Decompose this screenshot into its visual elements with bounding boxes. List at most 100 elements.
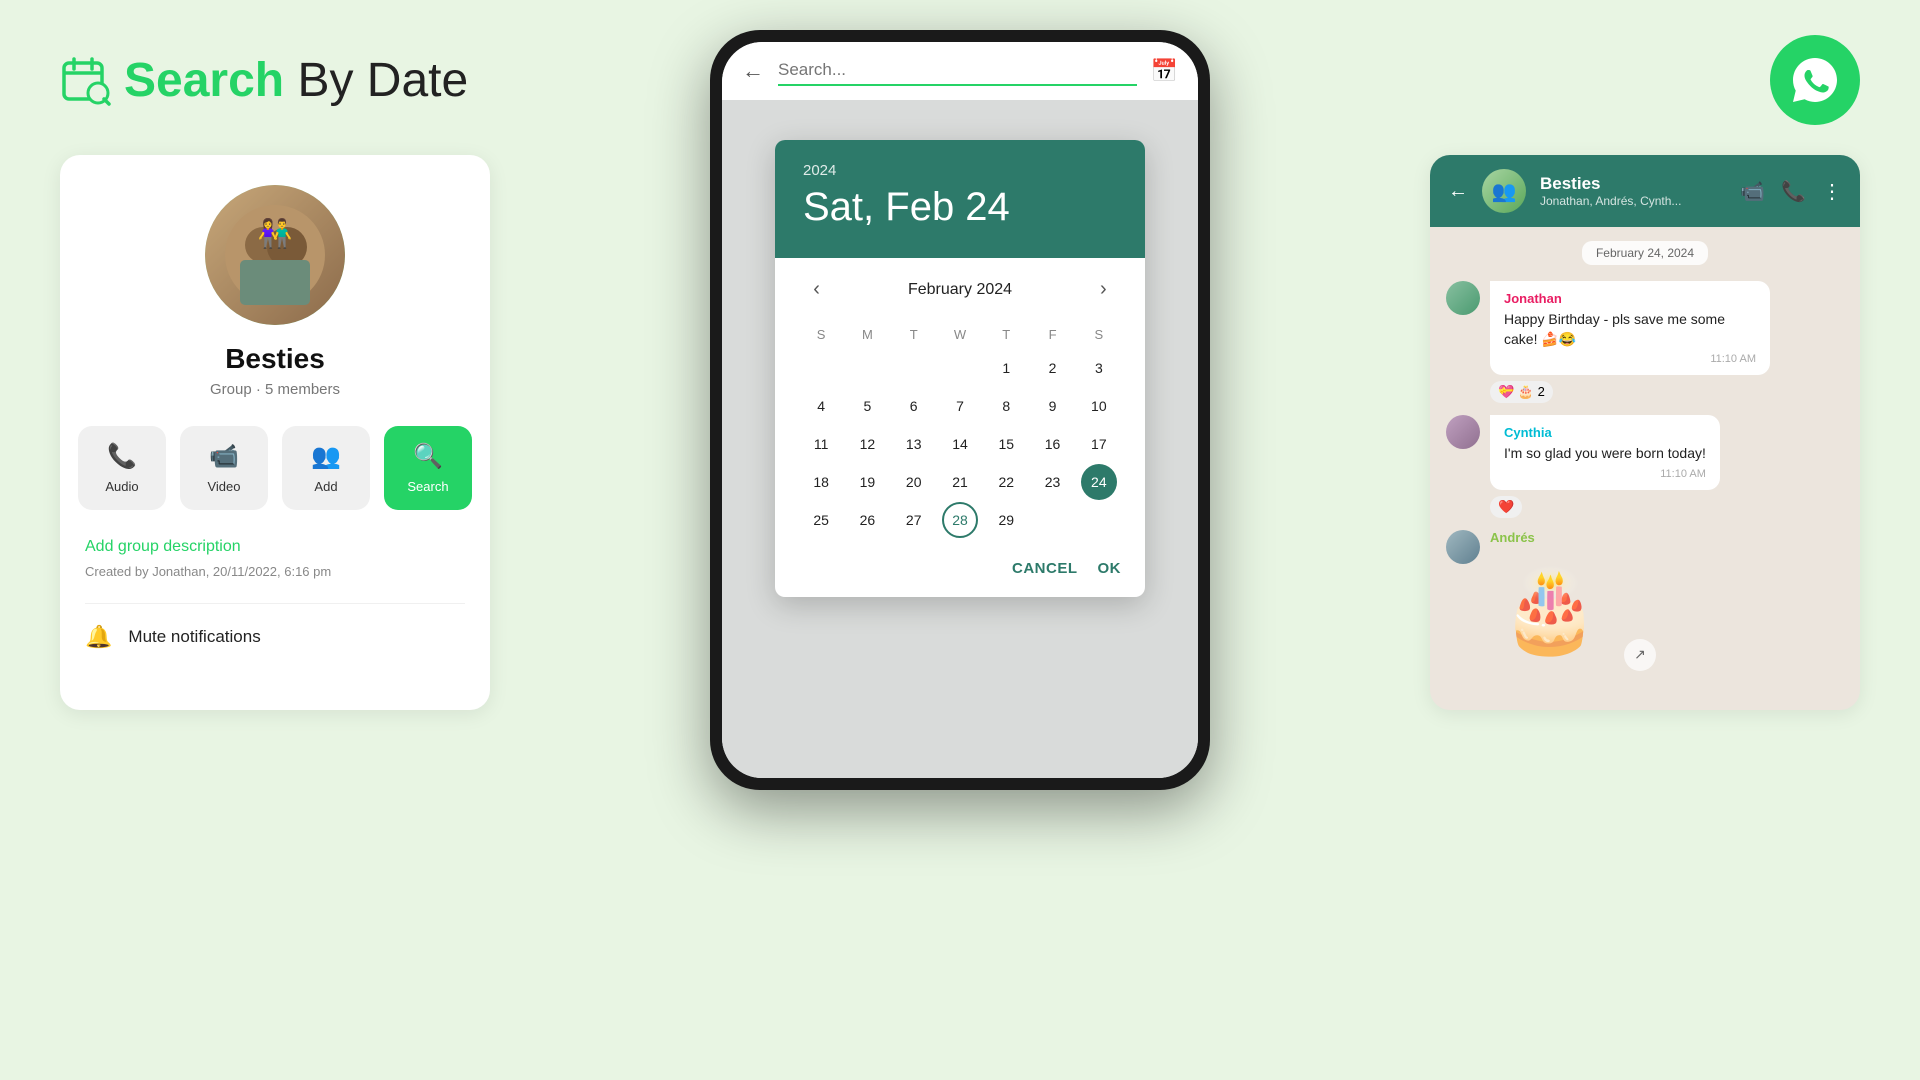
- created-by-text: Created by Jonathan, 20/11/2022, 6:16 pm: [85, 564, 331, 579]
- calendar-icon[interactable]: 📅: [1151, 58, 1178, 84]
- video-call-icon[interactable]: 📹: [1740, 179, 1765, 204]
- calendar-nav: ‹ February 2024 ›: [799, 274, 1121, 305]
- cal-day-20[interactable]: 20: [896, 464, 932, 500]
- date-badge: February 24, 2024: [1582, 241, 1708, 265]
- cal-day-7[interactable]: 7: [942, 388, 978, 424]
- jonathan-time: 11:10 AM: [1504, 353, 1756, 365]
- message-row-jonathan: Jonathan Happy Birthday - pls save me so…: [1446, 281, 1844, 403]
- voice-call-icon[interactable]: 📞: [1781, 179, 1806, 204]
- cal-day-3[interactable]: 3: [1081, 350, 1117, 386]
- group-meta: Group · 5 members: [210, 381, 340, 398]
- cynthia-bubble: Cynthia I'm so glad you were born today!…: [1490, 415, 1720, 490]
- birthday-cake-sticker: 🎂: [1490, 551, 1610, 671]
- next-month-button[interactable]: ›: [1092, 274, 1115, 305]
- day-header-tue: T: [892, 321, 936, 348]
- divider: [85, 603, 465, 604]
- phone-icon: 📞: [107, 442, 137, 471]
- cal-day-16[interactable]: 16: [1035, 426, 1071, 462]
- search-icon: 🔍: [413, 442, 443, 471]
- cal-day-2[interactable]: 2: [1035, 350, 1071, 386]
- whatsapp-logo: [1770, 35, 1860, 125]
- day-header-sat: S: [1077, 321, 1121, 348]
- cal-day-17[interactable]: 17: [1081, 426, 1117, 462]
- cancel-button[interactable]: Cancel: [1012, 560, 1078, 577]
- action-buttons-row: 📞 Audio 📹 Video 👥 Add 🔍 Search: [85, 426, 465, 510]
- back-button[interactable]: ←: [742, 58, 764, 84]
- chat-name: Besties: [1540, 174, 1726, 194]
- calendar-month-label: February 2024: [908, 281, 1012, 299]
- search-input[interactable]: [778, 56, 1137, 86]
- video-icon: 📹: [209, 442, 239, 471]
- cal-day-28[interactable]: 28: [942, 502, 978, 538]
- calendar-selected-date: Sat, Feb 24: [803, 185, 1117, 230]
- cal-day-11[interactable]: 11: [803, 426, 839, 462]
- cal-day-27[interactable]: 27: [896, 502, 932, 538]
- cal-day-23[interactable]: 23: [1035, 464, 1071, 500]
- search-button[interactable]: 🔍 Search: [384, 426, 472, 510]
- cal-day-15[interactable]: 15: [988, 426, 1024, 462]
- cal-day-21[interactable]: 21: [942, 464, 978, 500]
- calendar-grid: S M T W T F S 1 2 3 4 5 6 7 8 9 10 11 12: [799, 321, 1121, 538]
- reaction-heart: ❤️: [1490, 496, 1522, 518]
- day-header-mon: M: [845, 321, 889, 348]
- more-options-icon[interactable]: ⋮: [1822, 179, 1842, 204]
- video-button[interactable]: 📹 Video: [180, 426, 268, 510]
- cal-day-22[interactable]: 22: [988, 464, 1024, 500]
- cal-day-24[interactable]: 24: [1081, 464, 1117, 500]
- chat-avatar: 👥: [1482, 169, 1526, 213]
- add-button[interactable]: 👥 Add: [282, 426, 370, 510]
- forward-button[interactable]: ↗: [1624, 639, 1656, 671]
- group-info-card: 👫 Besties Group · 5 members 📞 Audio 📹 Vi…: [60, 155, 490, 710]
- page-title: Search By Date: [124, 57, 468, 105]
- cal-day-18[interactable]: 18: [803, 464, 839, 500]
- chat-info: Besties Jonathan, Andrés, Cynth...: [1540, 174, 1726, 208]
- day-header-sun: S: [799, 321, 843, 348]
- day-header-thu: T: [984, 321, 1028, 348]
- jonathan-sender: Jonathan: [1504, 291, 1756, 306]
- cal-day-9[interactable]: 9: [1035, 388, 1071, 424]
- cal-day-29[interactable]: 29: [988, 502, 1024, 538]
- chat-messages: February 24, 2024 Jonathan Happy Birthda…: [1430, 227, 1860, 710]
- cal-day-13[interactable]: 13: [896, 426, 932, 462]
- cal-day-14[interactable]: 14: [942, 426, 978, 462]
- cal-day-4[interactable]: 4: [803, 388, 839, 424]
- jonathan-text: Happy Birthday - pls save me some cake! …: [1504, 310, 1756, 349]
- cynthia-reactions: ❤️: [1490, 496, 1720, 518]
- andres-sticker-bubble: Andrés 🎂: [1490, 530, 1610, 671]
- cal-day-25[interactable]: 25: [803, 502, 839, 538]
- chat-card: ← 👥 Besties Jonathan, Andrés, Cynth... 📹…: [1430, 155, 1860, 710]
- cynthia-sender: Cynthia: [1504, 425, 1706, 440]
- calendar-year: 2024: [803, 162, 1117, 179]
- phone-search-bar: ← 📅: [722, 42, 1198, 100]
- mute-notifications-row[interactable]: 🔔 Mute notifications: [85, 624, 261, 650]
- day-header-fri: F: [1030, 321, 1074, 348]
- calendar-dialog: 2024 Sat, Feb 24 ‹ February 2024 › S M T…: [775, 140, 1145, 597]
- andres-avatar: [1446, 530, 1480, 564]
- jonathan-avatar: [1446, 281, 1480, 315]
- cal-day-5[interactable]: 5: [849, 388, 885, 424]
- ok-button[interactable]: OK: [1098, 560, 1122, 577]
- cal-day-10[interactable]: 10: [1081, 388, 1117, 424]
- cynthia-time: 11:10 AM: [1504, 468, 1706, 480]
- audio-button[interactable]: 📞 Audio: [78, 426, 166, 510]
- chat-action-icons: 📹 📞 ⋮: [1740, 179, 1842, 204]
- cal-day-19[interactable]: 19: [849, 464, 885, 500]
- reaction-1: 💝 🎂 2: [1490, 381, 1553, 403]
- cynthia-avatar: [1446, 415, 1480, 449]
- cal-day-26[interactable]: 26: [849, 502, 885, 538]
- chat-members: Jonathan, Andrés, Cynth...: [1540, 194, 1726, 208]
- cal-day-12[interactable]: 12: [849, 426, 885, 462]
- cal-day-8[interactable]: 8: [988, 388, 1024, 424]
- prev-month-button[interactable]: ‹: [805, 274, 828, 305]
- group-avatar: 👫: [205, 185, 345, 325]
- cynthia-text: I'm so glad you were born today!: [1504, 444, 1706, 464]
- cal-day-1[interactable]: 1: [988, 350, 1024, 386]
- calendar-search-icon: [60, 55, 112, 107]
- cal-day-6[interactable]: 6: [896, 388, 932, 424]
- jonathan-reactions: 💝 🎂 2: [1490, 381, 1770, 403]
- calendar-actions: Cancel OK: [775, 548, 1145, 597]
- add-person-icon: 👥: [311, 442, 341, 471]
- chat-back-button[interactable]: ←: [1448, 180, 1468, 203]
- bell-icon: 🔔: [85, 624, 112, 650]
- add-description-link[interactable]: Add group description: [85, 538, 241, 556]
